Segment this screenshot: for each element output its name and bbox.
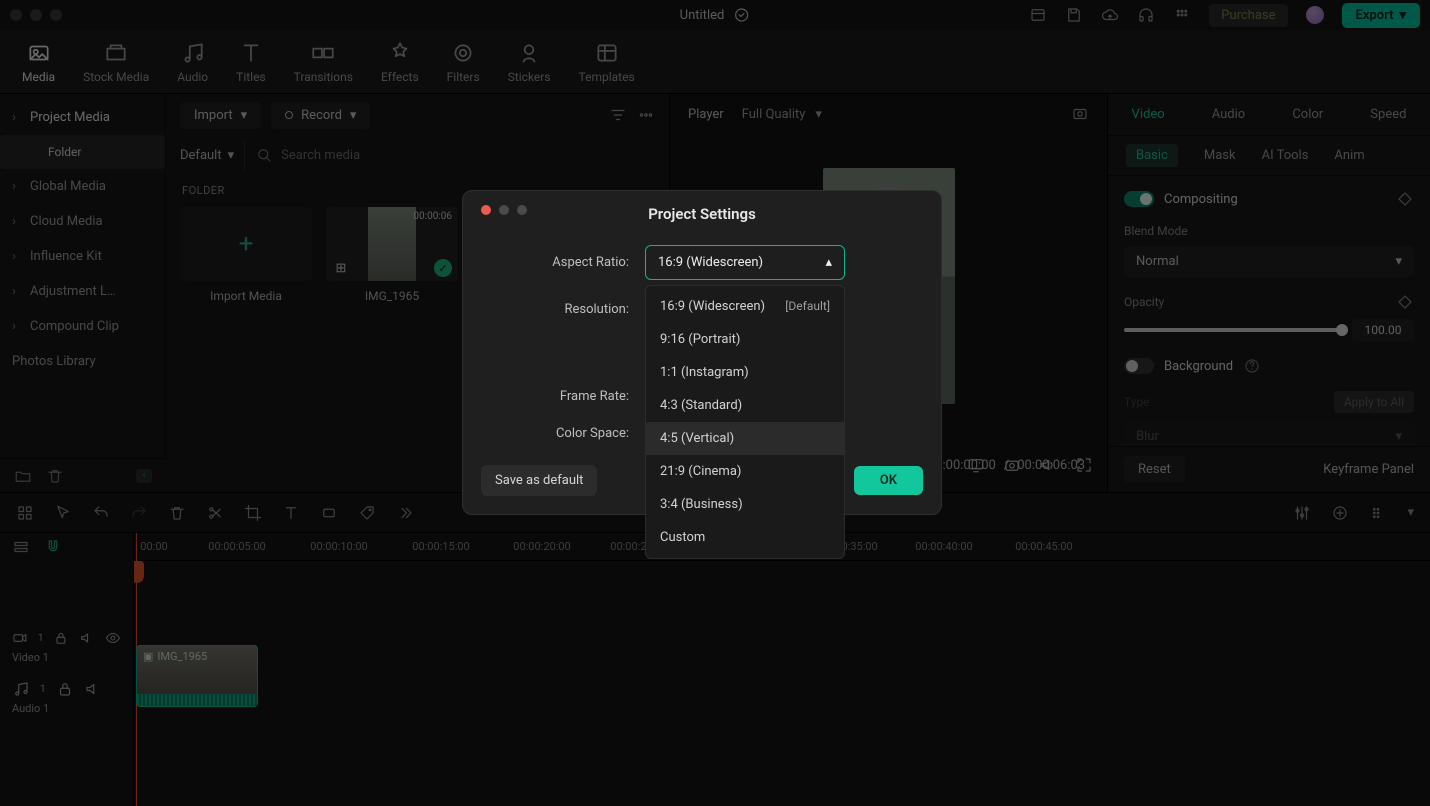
default-tag: [Default] <box>785 299 830 314</box>
chevron-up-icon: ▴ <box>825 255 832 270</box>
aspect-option[interactable]: 1:1 (Instagram) <box>646 356 844 389</box>
aspect-option[interactable]: Custom <box>646 521 844 554</box>
option-label: 1:1 (Instagram) <box>660 365 749 380</box>
aspect-ratio-dropdown: 16:9 (Widescreen) [Default] 9:16 (Portrait… <box>645 285 845 559</box>
option-label: 3:4 (Business) <box>660 497 743 512</box>
aspect-option[interactable]: 21:9 (Cinema) <box>646 455 844 488</box>
option-label: 16:9 (Widescreen) <box>660 299 765 314</box>
option-label: 9:16 (Portrait) <box>660 332 740 347</box>
framerate-label: Frame Rate: <box>481 389 645 404</box>
aspect-option[interactable]: 4:3 (Standard) <box>646 389 844 422</box>
aspect-ratio-value: 16:9 (Widescreen) <box>658 255 763 270</box>
option-label: 4:3 (Standard) <box>660 398 742 413</box>
aspect-option[interactable]: 16:9 (Widescreen) [Default] <box>646 290 844 323</box>
aspect-option[interactable]: 3:4 (Business) <box>646 488 844 521</box>
option-label: 4:5 (Vertical) <box>660 431 734 446</box>
project-settings-modal: Project Settings Aspect Ratio: 16:9 (Wid… <box>462 190 942 515</box>
ok-button[interactable]: OK <box>854 466 923 495</box>
option-label: 21:9 (Cinema) <box>660 464 741 479</box>
aspect-option[interactable]: 9:16 (Portrait) <box>646 323 844 356</box>
save-as-default-button[interactable]: Save as default <box>481 465 597 496</box>
aspect-ratio-select[interactable]: 16:9 (Widescreen) ▴ <box>645 245 845 280</box>
option-label: Custom <box>660 530 705 545</box>
app-root: Untitled Purchase Export▾ MediaStock Med… <box>0 0 1430 806</box>
aspect-ratio-row: Aspect Ratio: 16:9 (Widescreen) ▴ 16:9 (… <box>481 245 923 280</box>
modal-title: Project Settings <box>481 205 923 223</box>
aspect-option[interactable]: 4:5 (Vertical) <box>646 422 844 455</box>
resolution-label: Resolution: <box>481 302 645 317</box>
colorspace-label: Color Space: <box>481 426 645 441</box>
aspect-ratio-label: Aspect Ratio: <box>481 255 645 270</box>
